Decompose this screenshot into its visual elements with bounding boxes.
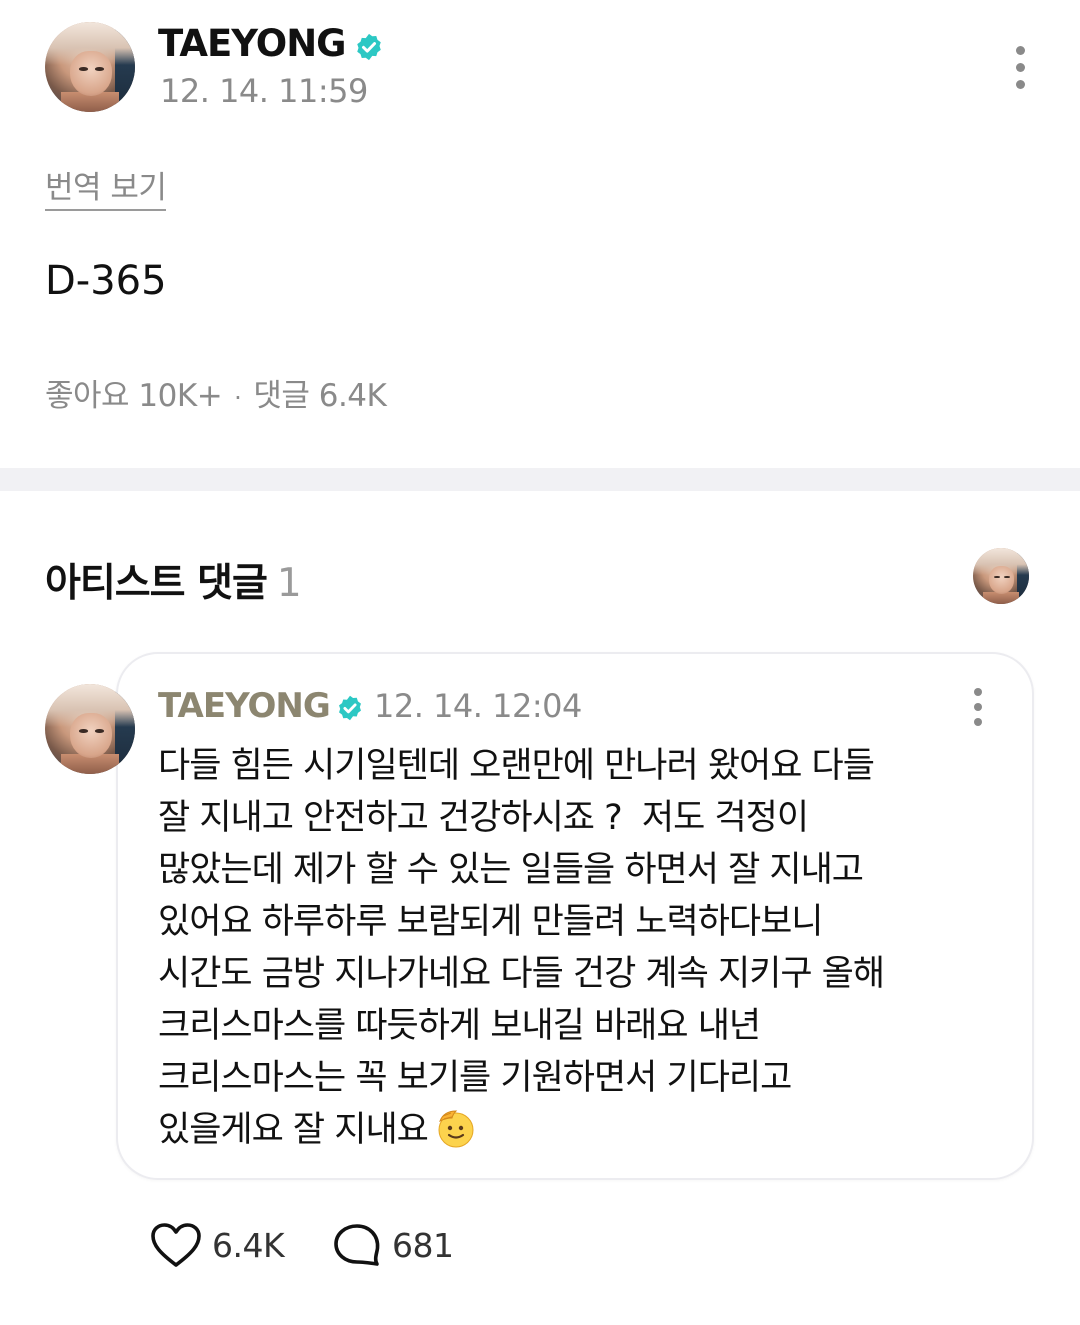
like-count: 6.4K [212,1225,285,1265]
author-name-text[interactable]: TAEYONG [158,22,347,65]
more-vert-icon[interactable] [968,688,988,726]
author-avatar[interactable] [45,22,135,112]
section-divider [0,468,1080,491]
reply-button[interactable]: 681 [332,1222,454,1268]
saluting-face-icon [434,1107,476,1149]
comment-text-body: 다들 힘든 시기일텐데 오랜만에 만나러 왔어요 다들 잘 지내고 안전하고 건… [158,746,885,1150]
comment-timestamp: 12. 14. 12:04 [374,687,582,725]
post: TAEYONG 12. 14. 11:59 번역 보기 D-365 좋아요 10… [0,0,1080,468]
like-button[interactable]: 6.4K [150,1222,285,1268]
verified-badge-icon [336,691,364,720]
comment-text: 다들 힘든 시기일텐데 오랜만에 만나러 왔어요 다들 잘 지내고 안전하고 건… [158,740,988,1156]
comments-count[interactable]: 6.4K [319,378,387,414]
comment-author-avatar[interactable] [45,684,135,774]
author-name[interactable]: TAEYONG [158,22,384,65]
heart-icon [151,1223,201,1267]
artist-avatar-small[interactable] [973,548,1029,604]
more-vert-icon[interactable] [1010,46,1030,89]
post-timestamp: 12. 14. 11:59 [160,72,368,110]
post-stats: 좋아요 10K+ · 댓글 6.4K [45,370,387,415]
artist-comments-title: 아티스트 댓글 1 [45,552,302,608]
post-body: D-365 [45,258,167,304]
stats-separator: · [234,384,242,412]
comment-bubble-icon [334,1224,380,1266]
artist-comments-title-text: 아티스트 댓글 [45,561,268,606]
reply-count: 681 [392,1225,454,1265]
comments-label[interactable]: 댓글 [253,378,310,414]
comment-author-name-text[interactable]: TAEYONG [158,686,331,726]
likes-label: 좋아요 [45,378,130,414]
artist-comments-count: 1 [276,561,302,606]
verified-badge-icon [354,28,384,60]
comment-author-name[interactable]: TAEYONG [158,686,364,726]
translate-link[interactable]: 번역 보기 [45,162,167,211]
likes-count: 10K+ [138,378,223,414]
